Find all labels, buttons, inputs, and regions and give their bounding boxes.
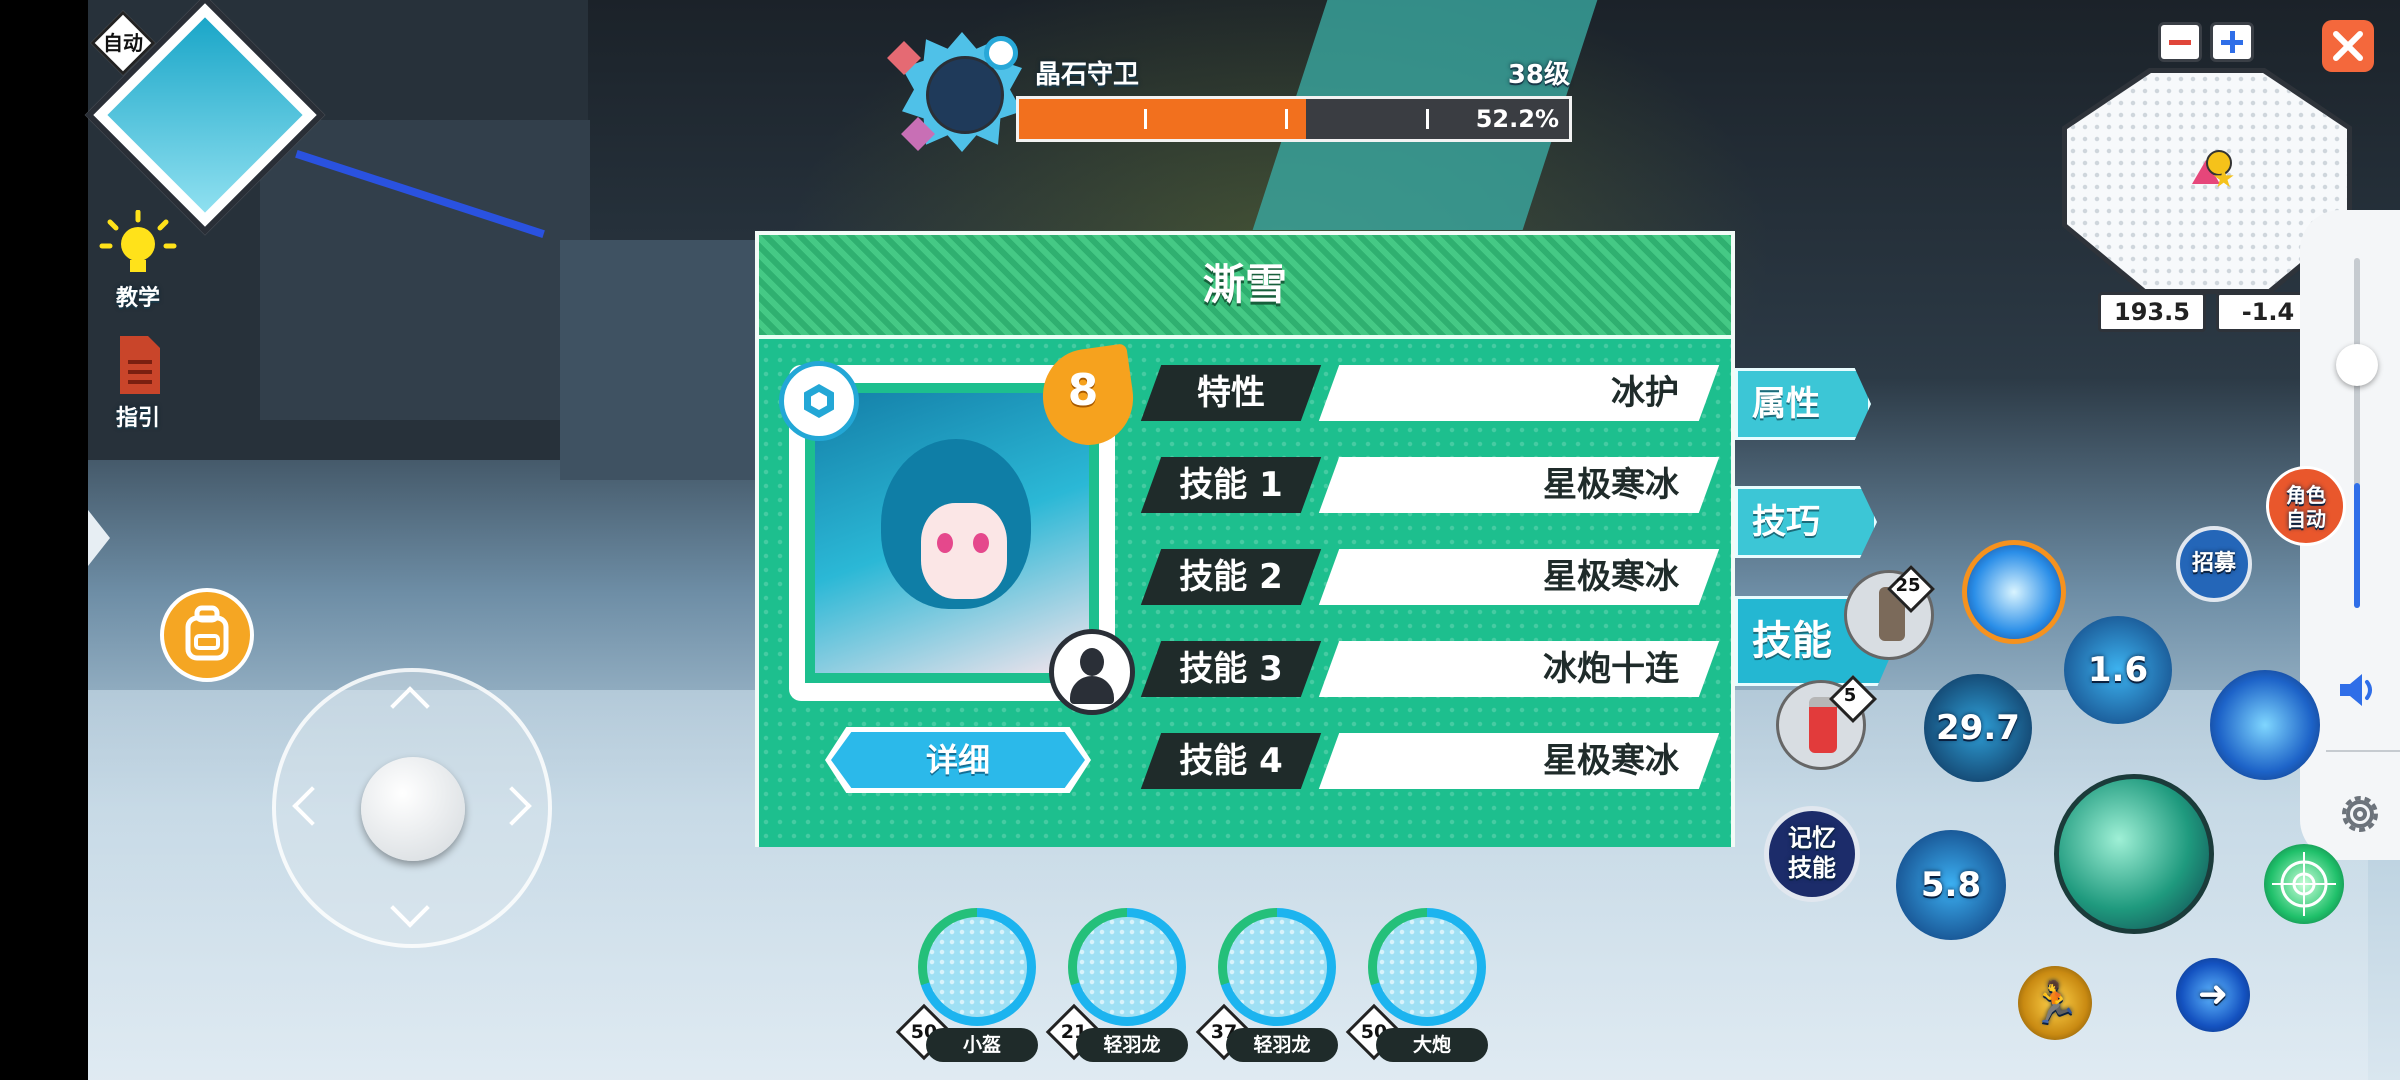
pet-name-title: 澌雪 — [1202, 260, 1287, 309]
row-label: 技能 2 — [1140, 549, 1322, 605]
row-value: 冰护 — [1318, 365, 1720, 421]
boss-hp-bar: 52.2% — [1016, 96, 1572, 142]
skill-ice-burst[interactable] — [1962, 540, 2066, 644]
pet-slot[interactable]: 37 轻羽龙 — [1195, 908, 1348, 1073]
gear-icon — [2342, 796, 2378, 832]
detail-button[interactable]: 详细 — [825, 727, 1091, 793]
auto-badge-label: 自动 — [103, 31, 143, 55]
star-icon: ★ — [2212, 164, 2236, 194]
row-label: 技能 4 — [1140, 733, 1322, 789]
volume-slider[interactable] — [2336, 258, 2378, 608]
tutorial-button[interactable]: 教学 — [98, 209, 178, 311]
chevron-down-icon — [390, 888, 430, 928]
minus-icon — [2169, 40, 2191, 45]
skill-ice-partial[interactable] — [2210, 670, 2320, 780]
boss-element-icon — [984, 36, 1018, 70]
speaker-icon[interactable] — [2336, 668, 2380, 712]
main-attack-button[interactable] — [2054, 774, 2214, 934]
skill-cooldown-2[interactable]: 29.7 — [1924, 674, 2032, 782]
volume-slider-fill — [2354, 482, 2360, 608]
guide-button[interactable]: 指引 — [98, 334, 178, 434]
pet-portrait — [918, 908, 1036, 1026]
virtual-joystick[interactable] — [272, 668, 552, 948]
character-auto-button[interactable]: 角色 自动 — [2266, 466, 2346, 546]
item-count-badge: 5 — [1828, 674, 1878, 724]
game-scene: 自动 教学 指引 晶石守卫 38级 52.2% ★ 193.5 -1.4 角色 … — [0, 0, 2400, 1080]
row-label: 技能 3 — [1140, 641, 1322, 697]
joystick-knob[interactable] — [361, 757, 465, 861]
memory-skill-button[interactable]: 记忆 技能 — [1764, 806, 1860, 902]
tab-1[interactable]: 技巧 — [1735, 486, 1877, 558]
zoom-out-button[interactable] — [2158, 22, 2202, 62]
backpack-button[interactable] — [160, 588, 254, 682]
backpack-icon — [185, 605, 229, 661]
dodge-button[interactable]: ➜ — [2176, 958, 2250, 1032]
pet-portrait — [1368, 908, 1486, 1026]
left-letterbox — [0, 0, 88, 1080]
item-count-badge: 25 — [1886, 564, 1936, 614]
zoom-in-button[interactable] — [2210, 22, 2254, 62]
row-value: 星极寒冰 — [1318, 549, 1720, 605]
flame-level-badge: 8 — [1036, 343, 1140, 451]
running-icon: 🏃 — [2030, 980, 2080, 1026]
tutorial-label: 教学 — [115, 286, 160, 311]
row-label: 特性 — [1140, 365, 1322, 421]
chevron-up-icon — [390, 686, 430, 726]
left-expand-arrow[interactable] — [88, 510, 110, 566]
tab-0[interactable]: 属性 — [1735, 368, 1871, 440]
skill-cooldown-1[interactable]: 1.6 — [2064, 616, 2172, 724]
player-map-marker-icon: ★ — [2192, 150, 2236, 194]
sprint-button[interactable]: 🏃 — [2018, 966, 2092, 1040]
chevron-left-icon — [292, 786, 332, 826]
row-value: 星极寒冰 — [1318, 457, 1720, 513]
pet-slot[interactable]: 21 轻羽龙 — [1045, 908, 1198, 1073]
pet-element-icon — [779, 361, 859, 441]
pet-slot[interactable]: 50 小盔 — [895, 908, 1048, 1073]
boss-hp-percent: 52.2% — [1475, 105, 1559, 133]
pet-name: 轻羽龙 — [1226, 1028, 1338, 1062]
close-icon — [2333, 31, 2363, 61]
coord-x: 193.5 — [2098, 292, 2206, 332]
skill-cooldown-3[interactable]: 5.8 — [1896, 830, 2006, 940]
badge-level-value: 8 — [1067, 365, 1099, 416]
row-value: 星极寒冰 — [1318, 733, 1720, 789]
boss-hp-fill — [1019, 99, 1307, 139]
pet-name: 大炮 — [1376, 1028, 1488, 1062]
crosshair-icon — [2272, 852, 2336, 916]
settings-button[interactable] — [2334, 788, 2386, 840]
recruit-button[interactable]: 招募 — [2176, 526, 2252, 602]
pet-name: 小盔 — [926, 1028, 1038, 1062]
boss-level: 38级 — [1507, 60, 1570, 90]
pet-info-panel: 澌雪 8 详细 特性 冰护 技能 1 星极寒冰 技能 2 星极寒冰 技能 3 冰… — [755, 231, 1735, 847]
boss-name: 晶石守卫 — [1035, 60, 1140, 90]
pet-portrait — [1218, 908, 1336, 1026]
panel-body: 8 详细 特性 冰护 技能 1 星极寒冰 技能 2 星极寒冰 技能 3 冰炮十连 技能 4 星极寒… — [759, 339, 1731, 847]
owner-avatar-icon[interactable] — [1049, 629, 1135, 715]
document-icon — [120, 336, 160, 394]
scene-rock — [260, 120, 590, 420]
boss-portrait — [887, 22, 1032, 162]
pet-name: 轻羽龙 — [1076, 1028, 1188, 1062]
target-lock-button[interactable] — [2264, 844, 2344, 924]
pet-portrait — [1068, 908, 1186, 1026]
auto-badge[interactable]: 自动 — [90, 10, 156, 76]
row-value: 冰炮十连 — [1318, 641, 1720, 697]
dash-icon: ➜ — [2197, 974, 2229, 1015]
pet-slot[interactable]: 50 大炮 — [1345, 908, 1498, 1073]
detail-button-label: 详细 — [925, 741, 990, 779]
row-label: 技能 1 — [1140, 457, 1322, 513]
close-button[interactable] — [2322, 20, 2374, 72]
scene-rock — [560, 240, 770, 480]
guide-label: 指引 — [115, 406, 160, 431]
chevron-right-icon — [492, 786, 532, 826]
panel-divider — [2326, 750, 2400, 752]
lightbulb-icon — [99, 209, 177, 272]
